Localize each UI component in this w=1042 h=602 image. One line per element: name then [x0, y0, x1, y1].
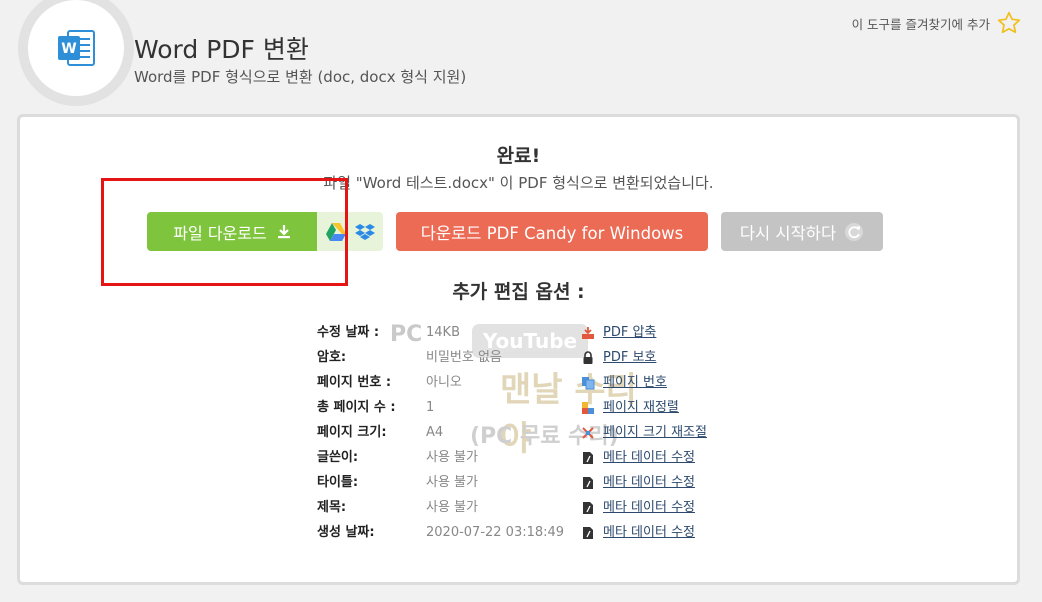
edit-metadata-icon: [583, 451, 593, 464]
lock-icon: [583, 350, 593, 364]
dropbox-icon[interactable]: [355, 223, 375, 241]
resize-pages-link[interactable]: 페이지 크기 재조절: [581, 420, 707, 445]
download-windows-button[interactable]: 다운로드 PDF Candy for Windows: [396, 212, 708, 251]
edit-metadata-icon: [583, 501, 593, 514]
action-label: 메타 데이터 수정: [603, 500, 695, 515]
info-label: 수정 날짜 :: [317, 325, 380, 340]
action-label: 페이지 크기 재조절: [603, 425, 707, 440]
action-label: 페이지 재정렬: [603, 400, 679, 415]
page-subtitle: Word를 PDF 형식으로 변환 (doc, docx 형식 지원): [134, 68, 467, 86]
info-label: 타이틀:: [317, 475, 359, 490]
info-value: 14KB: [426, 325, 460, 340]
edit-metadata-link[interactable]: 메타 데이터 수정: [581, 445, 707, 470]
compress-pdf-link[interactable]: PDF 압축: [581, 320, 707, 345]
app-logo: W: [18, 0, 134, 106]
file-info-labels: 수정 날짜 : 암호: 페이지 번호 : 총 페이지 수 : 페이지 크기: 글…: [317, 320, 396, 545]
edit-metadata-link[interactable]: 메타 데이터 수정: [581, 495, 707, 520]
bookmark-label: 이 도구를 즐겨찾기에 추가: [851, 16, 990, 32]
page-title: Word PDF 변환: [134, 35, 309, 64]
restart-label: 다시 시작하다: [739, 223, 837, 243]
edit-metadata-link[interactable]: 메타 데이터 수정: [581, 520, 707, 545]
bookmark-link[interactable]: 이 도구를 즐겨찾기에 추가: [852, 10, 1022, 36]
result-panel: 완료! 파일 "Word 테스트.docx" 이 PDF 형식으로 변환되었습니…: [17, 114, 1020, 585]
info-value: 2020-07-22 03:18:49: [426, 525, 565, 540]
info-label: 페이지 번호 :: [317, 375, 392, 390]
logo-letter: W: [61, 41, 76, 57]
action-label: PDF 보호: [603, 350, 657, 365]
info-value: A4: [426, 425, 444, 440]
info-value: 아니오: [426, 375, 462, 390]
result-message: 파일 "Word 테스트.docx" 이 PDF 형식으로 변환되었습니다.: [323, 174, 714, 192]
page-number-link[interactable]: 페이지 번호: [581, 370, 707, 395]
download-label: 파일 다운로드: [173, 223, 267, 243]
cloud-save-buttons: [317, 212, 383, 251]
action-label: 메타 데이터 수정: [603, 450, 695, 465]
compress-icon: [582, 326, 594, 339]
word-logo-icon: W: [28, 0, 124, 96]
info-label: 총 페이지 수 :: [317, 400, 396, 415]
action-label: 메타 데이터 수정: [603, 475, 695, 490]
action-label: PDF 압축: [603, 325, 657, 340]
action-label: 메타 데이터 수정: [603, 525, 695, 540]
edit-metadata-icon: [583, 526, 593, 539]
info-label: 글쓴이:: [317, 450, 359, 465]
star-icon: [997, 11, 1021, 34]
info-value: 사용 불가: [426, 500, 478, 515]
info-value: 사용 불가: [426, 475, 478, 490]
resize-icon: [582, 426, 594, 439]
info-label: 생성 날짜:: [317, 525, 375, 540]
restart-button[interactable]: 다시 시작하다: [721, 212, 883, 251]
info-label: 암호:: [317, 350, 347, 365]
protect-pdf-link[interactable]: PDF 보호: [581, 345, 707, 370]
info-value: 1: [426, 400, 435, 415]
page-number-icon: [582, 376, 595, 389]
refresh-icon: [845, 222, 864, 241]
edit-metadata-link[interactable]: 메타 데이터 수정: [581, 470, 707, 495]
info-value: 비밀번호 없음: [426, 350, 502, 365]
info-label: 제목:: [317, 500, 347, 515]
result-title: 완료!: [496, 145, 541, 167]
file-info-values: 14KB 비밀번호 없음 아니오 1 A4 사용 불가 사용 불가 사용 불가 …: [426, 320, 564, 545]
google-drive-icon[interactable]: [325, 222, 347, 242]
info-label: 페이지 크기:: [317, 425, 387, 440]
action-label: 페이지 번호: [603, 375, 667, 390]
reorder-pages-link[interactable]: 페이지 재정렬: [581, 395, 707, 420]
download-icon: [277, 225, 290, 239]
download-button[interactable]: 파일 다운로드: [147, 212, 317, 251]
extra-options-title: 추가 편집 옵션 :: [452, 281, 585, 303]
edit-actions: PDF 압축 PDF 보호 페이지 번호 페이지 재정렬 페이지 크기 재조절 …: [581, 320, 707, 545]
download-group: 파일 다운로드: [147, 212, 383, 251]
edit-metadata-icon: [583, 476, 593, 489]
info-value: 사용 불가: [426, 450, 478, 465]
reorder-icon: [582, 401, 594, 414]
